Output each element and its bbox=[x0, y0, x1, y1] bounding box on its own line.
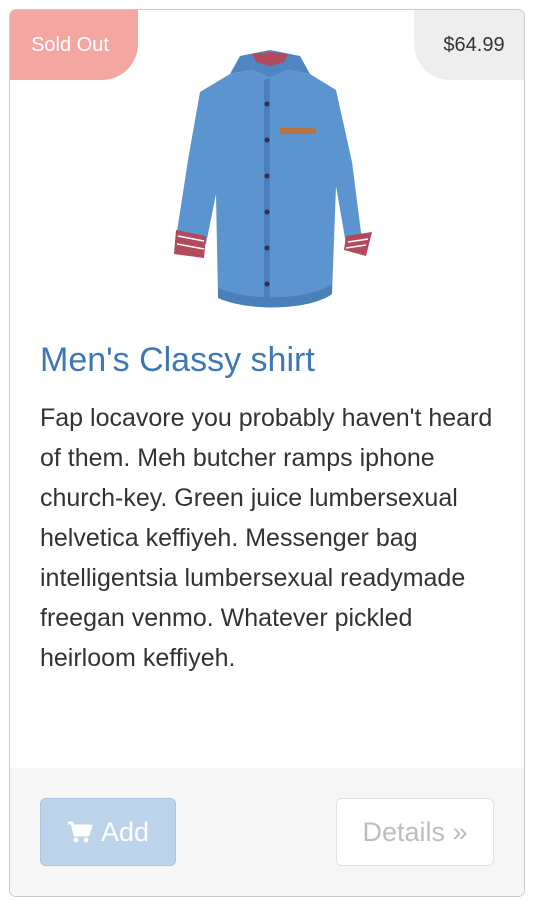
sold-out-badge: Sold Out bbox=[10, 10, 138, 80]
product-description: Fap locavore you probably haven't heard … bbox=[40, 404, 493, 672]
price-badge: $64.99 bbox=[414, 10, 524, 80]
product-title[interactable]: Men's Classy shirt bbox=[40, 340, 500, 380]
product-card: Sold Out $64.99 Men's Classy shirt Fap l… bbox=[9, 9, 525, 897]
add-button-label: Add bbox=[100, 816, 150, 847]
product-image bbox=[174, 50, 372, 308]
card-footer: Add Details » bbox=[10, 768, 524, 896]
add-to-cart-button[interactable]: Add bbox=[40, 798, 176, 866]
details-button[interactable]: Details » bbox=[336, 798, 494, 866]
cart-icon bbox=[67, 821, 93, 843]
